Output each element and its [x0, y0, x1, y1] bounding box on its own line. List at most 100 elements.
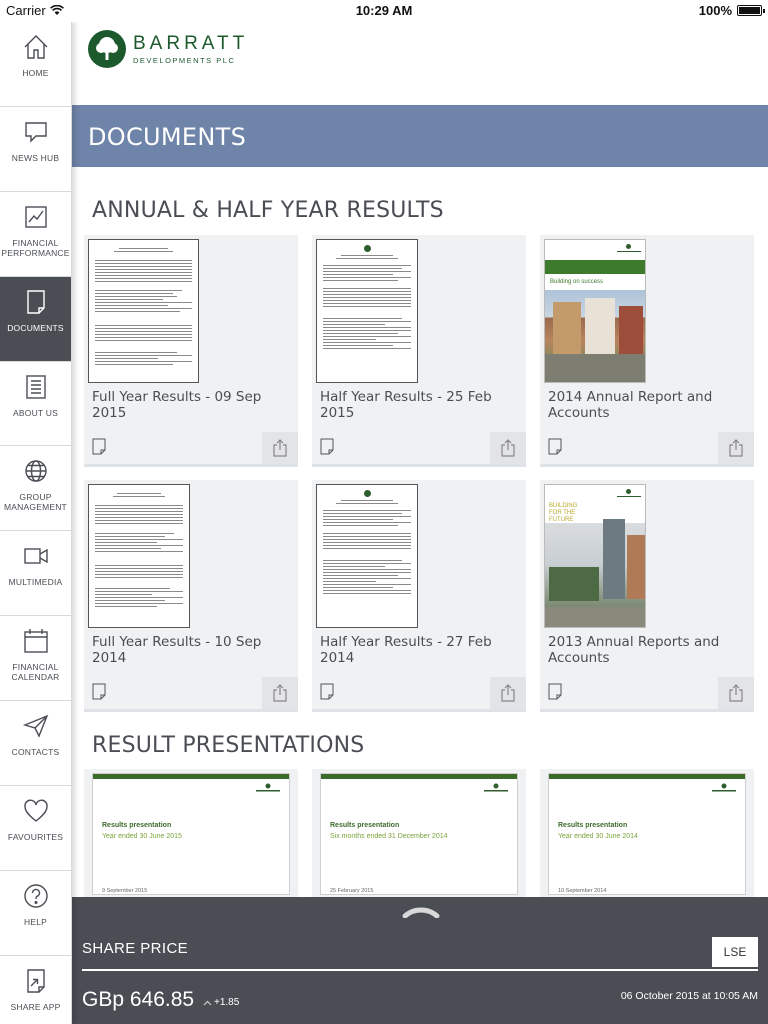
divider	[82, 969, 758, 971]
barratt-mini-logo	[712, 783, 736, 792]
slide-date: 25 February 2015	[330, 888, 374, 894]
slide-date: 9 September 2015	[102, 888, 148, 894]
document-icon	[320, 438, 334, 455]
presentation-thumbnail[interactable]: Results presentation Six months ended 31…	[320, 773, 518, 895]
sidebar-item-label: NEWS HUB	[11, 152, 60, 163]
presentation-card[interactable]: Results presentation Year ended 30 June …	[84, 769, 298, 897]
chart-icon	[21, 202, 51, 232]
documents-content[interactable]: ANNUAL & HALF YEAR RESULTS Full Year Res…	[72, 167, 768, 897]
share-button[interactable]	[718, 677, 754, 709]
slide-subtitle: Year ended 30 June 2014	[558, 833, 638, 840]
video-camera-icon	[21, 541, 51, 571]
presentation-card[interactable]: Results presentation Year ended 30 June …	[540, 769, 754, 897]
document-card[interactable]: Building on success 2014 Annual Report a…	[540, 235, 754, 467]
document-card[interactable]: Half Year Results - 25 Feb 2015	[312, 235, 526, 467]
speech-bubble-icon	[21, 117, 51, 147]
sidebar-item-label: SHARE APP	[10, 1001, 61, 1012]
share-icon	[501, 439, 515, 457]
drawer-handle-icon[interactable]	[402, 906, 440, 918]
slide-heading: Results presentation	[558, 822, 628, 829]
clock: 10:29 AM	[355, 3, 413, 18]
presentation-thumbnail[interactable]: Results presentation Year ended 30 June …	[548, 773, 746, 895]
sidebar-item-share-app[interactable]: SHARE APP	[0, 956, 71, 1024]
price-change: +1.85	[203, 997, 239, 1008]
price-timestamp: 06 October 2015 at 10:05 AM	[620, 990, 758, 1002]
brand-subtitle: DEVELOPMENTS PLC	[133, 56, 236, 65]
barratt-mini-logo	[256, 783, 280, 792]
sidebar-item-label: GROUP MANAGEMENT	[4, 492, 67, 513]
sidebar-item-multimedia[interactable]: MULTIMEDIA	[0, 531, 71, 617]
sidebar-item-label: CONTACTS	[11, 747, 60, 758]
heart-icon	[21, 796, 51, 826]
share-icon	[729, 439, 743, 457]
share-price-panel: SHARE PRICE LSE GBp 646.85 +1.85 06 Octo…	[72, 897, 768, 1024]
document-title: Full Year Results - 09 Sep 2015	[92, 389, 262, 421]
document-icon	[548, 683, 562, 700]
exchange-selector[interactable]: LSE	[712, 937, 758, 967]
slide-date: 10 September 2014	[558, 888, 607, 894]
question-icon	[21, 881, 51, 911]
sidebar-item-financial-calendar[interactable]: FINANCIAL CALENDAR	[0, 616, 71, 702]
section-title-presentations: RESULT PRESENTATIONS	[92, 733, 365, 758]
sidebar-item-contacts[interactable]: CONTACTS	[0, 701, 71, 787]
document-card[interactable]: Full Year Results - 09 Sep 2015	[84, 235, 298, 467]
page-title: DOCUMENTS	[88, 123, 247, 151]
sidebar: HOME NEWS HUB FINANCIAL PERFORMANCE DOCU…	[0, 22, 72, 1024]
home-icon	[21, 32, 51, 62]
sidebar-item-label: FAVOURITES	[7, 832, 64, 843]
share-button[interactable]	[718, 432, 754, 464]
document-title: Half Year Results - 27 Feb 2014	[320, 634, 492, 666]
sidebar-item-home[interactable]: HOME	[0, 22, 71, 107]
sidebar-item-financial-performance[interactable]: FINANCIAL PERFORMANCE	[0, 192, 71, 277]
report-cover-thumbnail[interactable]: BUILDING FOR THE FUTURE	[544, 484, 646, 628]
globe-icon	[21, 456, 51, 486]
document-thumbnail[interactable]	[316, 484, 418, 628]
slide-subtitle: Six months ended 31 December 2014	[330, 833, 448, 840]
cover-headline: BUILDING FOR THE FUTURE	[549, 503, 578, 523]
document-thumbnail[interactable]	[88, 239, 199, 383]
share-button[interactable]	[490, 432, 526, 464]
document-icon	[21, 287, 51, 317]
document-card[interactable]: BUILDING FOR THE FUTURE 2013 Annual Repo…	[540, 480, 754, 712]
chevron-up-icon	[203, 1000, 212, 1005]
battery-icon	[737, 5, 765, 16]
share-button[interactable]	[262, 432, 298, 464]
document-icon	[548, 438, 562, 455]
document-title: 2013 Annual Reports and Accounts	[548, 634, 720, 666]
sidebar-item-about-us[interactable]: ABOUT US	[0, 362, 71, 447]
battery-indicator: 100%	[699, 3, 765, 18]
paper-plane-icon	[21, 711, 51, 741]
presentation-card[interactable]: Results presentation Six months ended 31…	[312, 769, 526, 897]
share-price-label: SHARE PRICE	[82, 940, 189, 957]
slide-subtitle: Year ended 30 June 2015	[102, 833, 182, 840]
presentation-thumbnail[interactable]: Results presentation Year ended 30 June …	[92, 773, 290, 895]
brand-logo: BARRATT DEVELOPMENTS PLC	[72, 22, 768, 105]
share-button[interactable]	[490, 677, 526, 709]
report-cover-thumbnail[interactable]: Building on success	[544, 239, 646, 383]
calendar-icon	[21, 626, 51, 656]
share-price-value: GBp 646.85	[82, 988, 195, 1011]
sidebar-item-label: HOME	[22, 68, 49, 78]
document-title: 2014 Annual Report and Accounts	[548, 389, 713, 421]
document-icon	[92, 683, 106, 700]
page-title-bar: DOCUMENTS	[72, 105, 768, 167]
sidebar-item-group-management[interactable]: GROUP MANAGEMENT	[0, 446, 71, 532]
sidebar-item-label: ABOUT US	[13, 407, 58, 418]
slide-heading: Results presentation	[330, 822, 400, 829]
share-button[interactable]	[262, 677, 298, 709]
sidebar-item-documents[interactable]: DOCUMENTS	[0, 276, 71, 362]
document-card[interactable]: Full Year Results - 10 Sep 2014	[84, 480, 298, 712]
document-card[interactable]: Half Year Results - 27 Feb 2014	[312, 480, 526, 712]
sidebar-item-favourites[interactable]: FAVOURITES	[0, 786, 71, 871]
sidebar-item-help[interactable]: HELP	[0, 871, 71, 956]
document-thumbnail[interactable]	[88, 484, 190, 628]
document-title: Half Year Results - 25 Feb 2015	[320, 389, 492, 421]
document-thumbnail[interactable]	[316, 239, 418, 383]
barratt-mini-logo	[484, 783, 508, 792]
document-icon	[92, 438, 106, 455]
sidebar-item-label: HELP	[23, 916, 47, 927]
sidebar-item-label: MULTIMEDIA	[8, 577, 63, 588]
price-change-value: +1.85	[214, 997, 240, 1008]
sidebar-item-news-hub[interactable]: NEWS HUB	[0, 107, 71, 192]
share-icon	[273, 439, 287, 457]
